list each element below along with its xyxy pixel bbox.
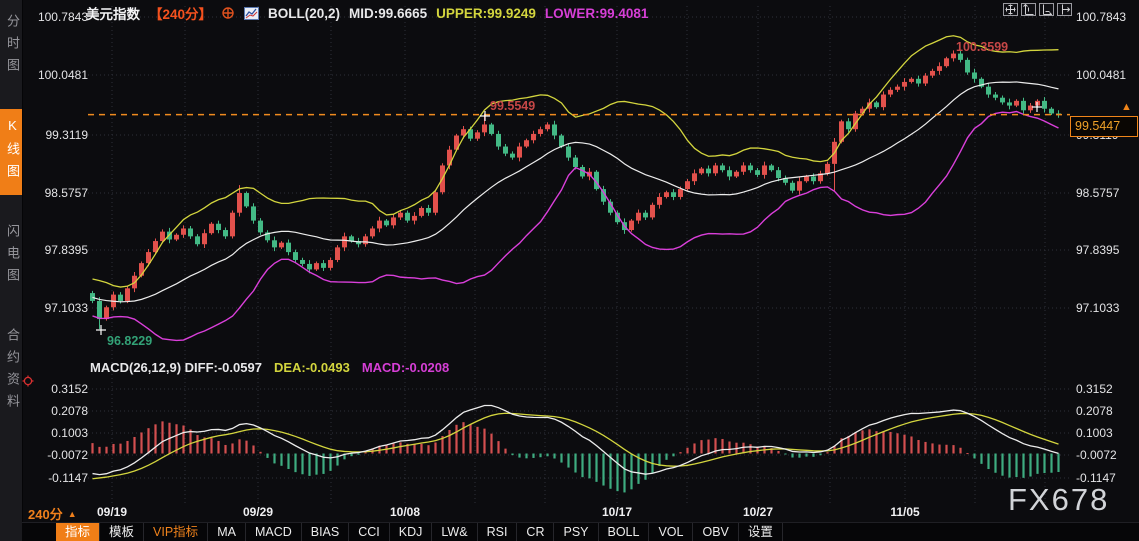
toolbar-item-8[interactable]: LW& [432, 523, 478, 541]
fit-horizontal-axis-icon[interactable] [1039, 3, 1054, 16]
axis-tick-label: 97.8395 [44, 243, 88, 257]
axis-tick-label: 0.3152 [1076, 382, 1113, 396]
chart-tool-icons [1003, 3, 1072, 16]
shift-right-icon[interactable] [1057, 3, 1072, 16]
period-selector[interactable]: 240分 ▲ [28, 504, 77, 523]
sidebar-tab-3[interactable]: 合约资料 [0, 319, 22, 425]
trading-app-window: 96.8229 99.5549 100.3599 分时图 K线图闪电图合约资料 美元指… [0, 0, 1139, 541]
toolbar-item-1[interactable]: 模板 [100, 523, 145, 541]
toolbar-item-0[interactable]: 指标 [56, 523, 101, 541]
toolbar-item-15[interactable]: 设置 [739, 523, 783, 541]
watermark-logo: FX678 [1008, 482, 1110, 517]
fit-vertical-axis-icon[interactable] [1021, 3, 1036, 16]
axis-tick-label: 98.5757 [1076, 186, 1120, 200]
date-label: 10/08 [389, 505, 421, 519]
price-marker-arrow-icon: ▲ [1121, 101, 1132, 113]
toolbar-item-14[interactable]: OBV [693, 523, 739, 541]
svg-text:96.8229: 96.8229 [107, 334, 152, 348]
axis-tick-label: 97.1033 [44, 301, 88, 315]
toolbar-item-3[interactable]: MA [208, 523, 246, 541]
axis-tick-label: 100.7843 [1076, 10, 1127, 24]
toolbar-item-5[interactable]: BIAS [302, 523, 350, 541]
toolbar-item-13[interactable]: VOL [649, 523, 694, 541]
axis-tick-label: 0.1003 [1076, 426, 1113, 440]
date-label: 09/29 [242, 505, 274, 519]
axis-tick-label: 0.2078 [1076, 404, 1113, 418]
macd-legend: MACD(26,12,9) DIFF:-0.0597 DEA:-0.0493 M… [90, 360, 449, 375]
boll-lower-value: LOWER:99.4081 [544, 5, 649, 21]
toolbar-item-10[interactable]: CR [517, 523, 555, 541]
target-icon[interactable] [221, 6, 235, 20]
date-label: 10/17 [601, 505, 633, 519]
macd-dea-value: DEA:-0.0493 [273, 360, 350, 375]
axis-tick-label: -0.0072 [1076, 448, 1117, 462]
macd-diff-value: MACD(26,12,9) DIFF:-0.0597 [90, 360, 262, 375]
boll-label: BOLL(20,2) [268, 5, 341, 21]
chart-type-icon[interactable] [244, 6, 260, 20]
toolbar-item-12[interactable]: BOLL [599, 523, 650, 541]
boll-upper-value: UPPER:99.9249 [436, 5, 536, 21]
svg-text:100.3599: 100.3599 [956, 40, 1008, 54]
period-text: 240分 [28, 507, 63, 522]
alert-icon[interactable] [22, 375, 34, 387]
toolbar-item-9[interactable]: RSI [478, 523, 518, 541]
axis-tick-label: 0.1003 [51, 426, 88, 440]
date-label: 09/19 [96, 505, 128, 519]
period-label: 【240分】 [149, 7, 213, 22]
left-sidebar: 分时图 K线图闪电图合约资料 [0, 0, 23, 541]
toolbar-item-2[interactable]: VIP指标 [144, 523, 209, 541]
toolbar-item-6[interactable]: CCI [349, 523, 390, 541]
axis-tick-label: 100.0481 [37, 68, 88, 82]
sidebar-tab-1[interactable]: K线图 [0, 109, 22, 195]
axis-tick-label: -0.1147 [48, 471, 88, 485]
axis-tick-label: 97.8395 [1076, 243, 1120, 257]
symbol-name: 美元指数 [86, 7, 140, 22]
macd-hist-value: MACD:-0.0208 [361, 360, 450, 375]
boll-mid-value: MID:99.6665 [349, 5, 428, 21]
toolbar-item-7[interactable]: KDJ [390, 523, 433, 541]
axis-tick-label: 97.1033 [1076, 301, 1120, 315]
toolbar-item-11[interactable]: PSY [554, 523, 599, 541]
sidebar-tab-2[interactable]: 闪电图 [0, 215, 22, 299]
period-up-arrow-icon: ▲ [67, 508, 77, 519]
chart-canvas[interactable]: 96.8229 99.5549 100.3599 [0, 0, 1139, 541]
indicator-toolbar: 指标 模板 VIP指标 MA MACD BIAS CCI KDJ LW& RSI CR PSY BOLL… [22, 522, 1139, 541]
date-label: 11/05 [890, 505, 920, 519]
date-label: 10/27 [742, 505, 774, 519]
axis-tick-label: 0.3152 [51, 382, 88, 396]
axis-tick-label: 98.5757 [44, 186, 88, 200]
toolbar-item-4[interactable]: MACD [246, 523, 302, 541]
axis-tick-label: -0.0072 [47, 448, 88, 462]
axis-tick-label: 100.0481 [1076, 68, 1127, 82]
axis-tick-label: 100.7843 [37, 10, 88, 24]
chart-header: 美元指数 【240分】 BOLL(20,2) MID:99.6665 UPPER… [86, 3, 648, 23]
sidebar-tab-0[interactable]: 分时图 [0, 5, 22, 89]
axis-tick-label: 0.2078 [51, 404, 88, 418]
last-price-box: 99.5447 [1070, 116, 1138, 137]
svg-text:99.5549: 99.5549 [490, 99, 535, 113]
pan-icon[interactable] [1003, 3, 1018, 16]
axis-tick-label: 99.3119 [45, 128, 89, 142]
